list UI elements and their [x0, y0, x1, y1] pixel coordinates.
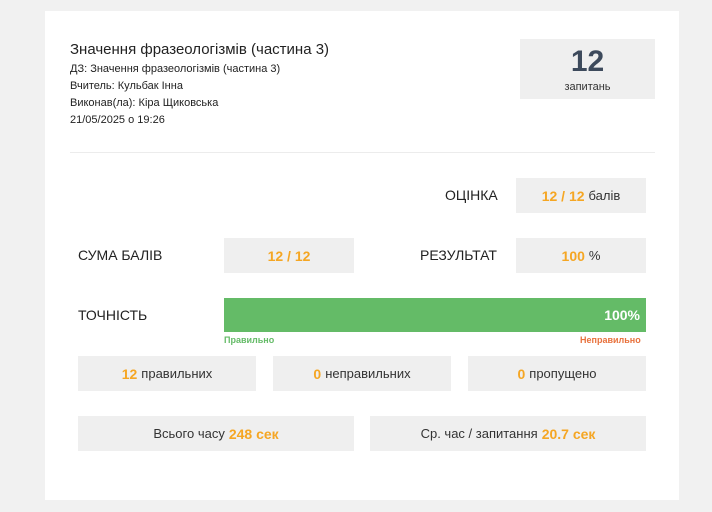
grade-label: ОЦІНКА — [445, 187, 498, 203]
header-divider — [70, 152, 655, 153]
score-sum-label: СУМА БАЛІВ — [78, 247, 163, 263]
incorrect-count: 0 — [313, 365, 322, 382]
grade-box: 12 / 12 балів — [516, 178, 646, 213]
correct-legend: Правильно — [224, 335, 275, 345]
question-count-label: запитань — [564, 81, 611, 93]
question-count: 12 — [570, 45, 605, 78]
student-line: Виконав(ла): Кіра Щиковська — [70, 97, 219, 109]
homework-line: ДЗ: Значення фразеологізмів (частина 3) — [70, 63, 281, 75]
total-time-box: Всього часу 248 сек — [78, 416, 354, 451]
avg-time-label: Ср. час / запитання — [420, 426, 538, 441]
skipped-count-label: пропущено — [529, 366, 597, 381]
correct-count: 12 — [121, 365, 138, 382]
accuracy-bar: 100% — [224, 298, 646, 332]
avg-time-box: Ср. час / запитання 20.7 сек — [370, 416, 646, 451]
total-time-label: Всього часу — [153, 426, 225, 441]
incorrect-legend: Неправильно — [580, 335, 641, 345]
grade-value: 12 / 12 — [541, 187, 585, 204]
skipped-count: 0 — [517, 365, 526, 382]
avg-time-value: 20.7 сек — [541, 425, 596, 442]
incorrect-count-label: неправильних — [325, 366, 411, 381]
datetime-line: 21/05/2025 о 19:26 — [70, 114, 165, 126]
grade-unit: балів — [588, 188, 621, 203]
accuracy-percent: 100% — [604, 307, 640, 323]
skipped-count-box: 0 пропущено — [468, 356, 646, 391]
result-box: 100 % — [516, 238, 646, 273]
quiz-title: Значення фразеологізмів (частина 3) — [70, 41, 330, 58]
result-unit: % — [588, 248, 601, 263]
correct-count-label: правильних — [141, 366, 213, 381]
accuracy-bar-fill — [224, 298, 646, 332]
total-time-value: 248 сек — [228, 425, 279, 442]
question-count-box: 12 запитань — [520, 39, 655, 99]
accuracy-label: ТОЧНІСТЬ — [78, 307, 148, 323]
incorrect-count-box: 0 неправильних — [273, 356, 451, 391]
correct-count-box: 12 правильних — [78, 356, 256, 391]
score-sum-value: 12 / 12 — [267, 247, 311, 264]
result-label: РЕЗУЛЬТАТ — [420, 247, 497, 263]
score-sum-box: 12 / 12 — [224, 238, 354, 273]
results-card: Значення фразеологізмів (частина 3) ДЗ: … — [45, 11, 679, 500]
teacher-line: Вчитель: Кульбак Інна — [70, 80, 183, 92]
result-value: 100 — [561, 247, 585, 264]
